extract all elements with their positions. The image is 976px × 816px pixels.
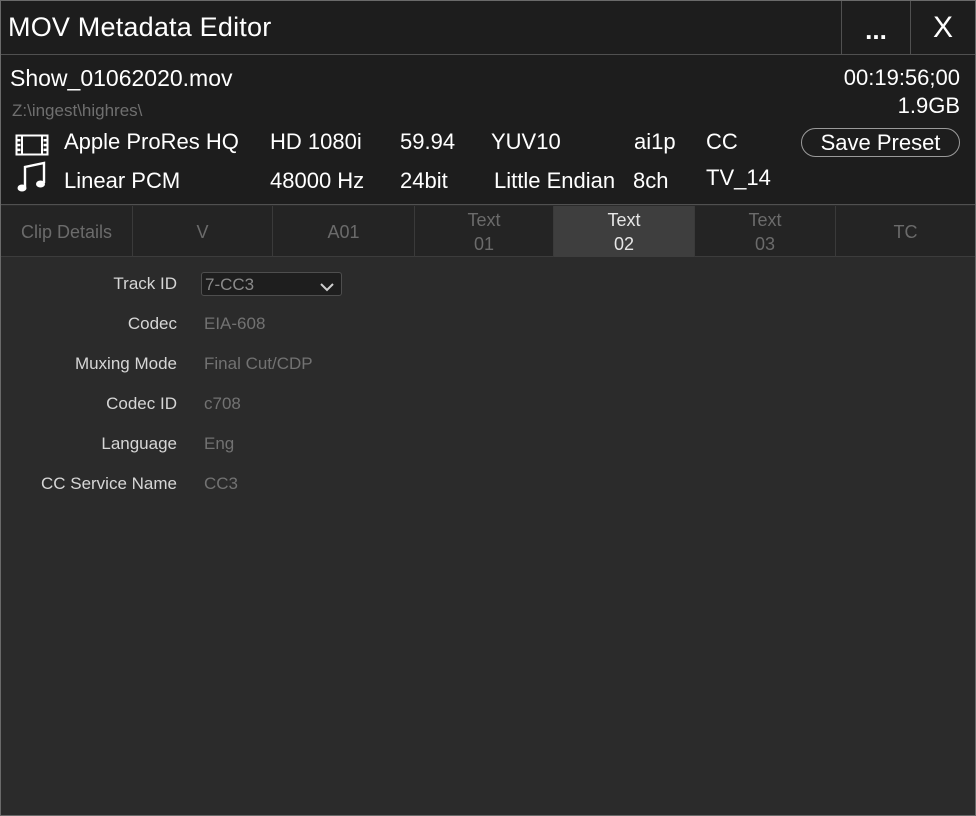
video-color: YUV10	[491, 129, 561, 154]
muxing-mode-label: Muxing Mode	[74, 354, 177, 373]
tab-tc[interactable]: TC	[836, 206, 975, 257]
tab-text-02[interactable]: Text 02	[554, 206, 695, 257]
audio-rate: 48000 Hz	[270, 168, 365, 193]
cc-service-name-value: CC3	[204, 474, 239, 493]
video-format: HD 1080i	[270, 129, 362, 154]
text-track-form: Track ID 7-CC3 Codec EIA-608 Muxing Mode…	[1, 258, 975, 815]
codec-id-value: c708	[204, 394, 241, 413]
muxing-mode-value: Final Cut/CDP	[204, 354, 313, 373]
codec-id-label: Codec ID	[106, 394, 177, 413]
track-id-value: 7-CC3	[205, 275, 255, 294]
track-id-label: Track ID	[113, 274, 177, 293]
tab-clip-details[interactable]: Clip Details	[1, 206, 133, 257]
tab-text-01[interactable]: Text 01	[415, 206, 554, 257]
video-cc: CC	[706, 129, 738, 154]
metadata-editor-window: MOV Metadata Editor ... X Show_01062020.…	[0, 0, 976, 816]
audio-rating: TV_14	[706, 165, 771, 190]
language-value: Eng	[204, 434, 235, 453]
language-row: Language Eng	[1, 431, 975, 457]
cc-service-name-row: CC Service Name CC3	[1, 471, 975, 497]
codec-id-row: Codec ID c708	[1, 391, 975, 417]
file-size: 1.9GB	[897, 93, 960, 118]
track-id-select[interactable]: 7-CC3	[201, 272, 342, 296]
close-button[interactable]: X	[910, 1, 975, 54]
codec-row: Codec EIA-608	[1, 311, 975, 337]
file-path: Z:\ingest\highres\	[12, 101, 143, 120]
title-bar: MOV Metadata Editor ... X	[1, 1, 975, 55]
tab-text-03[interactable]: Text 03	[695, 206, 836, 257]
track-id-row: Track ID	[1, 271, 975, 297]
cc-service-name-label: CC Service Name	[40, 474, 177, 493]
video-tag: ai1p	[634, 129, 676, 154]
window-title: MOV Metadata Editor	[8, 12, 272, 42]
film-icon	[15, 134, 49, 161]
file-name: Show_01062020.mov	[10, 65, 233, 91]
music-note-icon	[17, 161, 47, 200]
track-tabs: Clip Details V A01 Text 01 Text 02 Text …	[1, 206, 975, 257]
audio-depth: 24bit	[400, 168, 448, 193]
audio-codec: Linear PCM	[64, 168, 181, 193]
muxing-mode-row: Muxing Mode Final Cut/CDP	[1, 351, 975, 377]
file-duration: 00:19:56;00	[843, 65, 960, 90]
audio-endian: Little Endian	[494, 168, 616, 193]
chevron-down-icon	[320, 279, 334, 297]
save-preset-button[interactable]: Save Preset	[801, 128, 960, 157]
video-codec: Apple ProRes HQ	[64, 129, 239, 154]
file-info-header: Show_01062020.mov Z:\ingest\highres\ 00:…	[1, 55, 975, 205]
language-label: Language	[101, 434, 177, 453]
more-options-button[interactable]: ...	[841, 1, 910, 54]
video-fps: 59.94	[400, 129, 456, 154]
codec-label: Codec	[127, 314, 177, 333]
audio-channels: 8ch	[633, 168, 669, 193]
tab-v[interactable]: V	[133, 206, 273, 257]
tab-a01[interactable]: A01	[273, 206, 415, 257]
codec-value: EIA-608	[204, 314, 266, 333]
